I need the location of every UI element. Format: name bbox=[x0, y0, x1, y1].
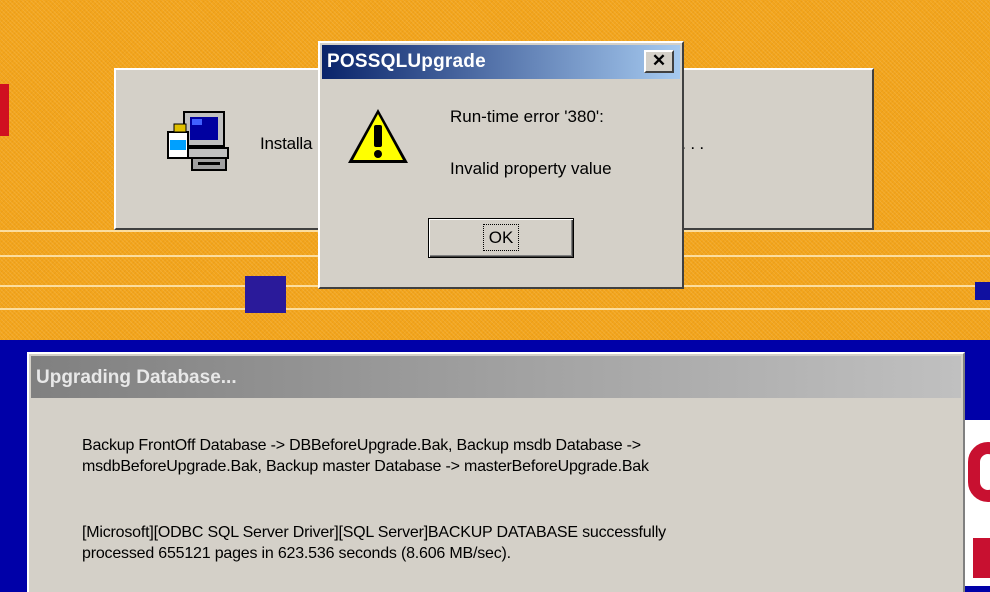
upgrade-window-title: Upgrading Database... bbox=[36, 367, 237, 388]
logo-letter-shape bbox=[968, 442, 990, 502]
log-line: [Microsoft][ODBC SQL Server Driver][SQL … bbox=[82, 524, 666, 541]
log-line: msdbBeforeUpgrade.Bak, Backup master Dat… bbox=[82, 458, 649, 475]
upgrading-database-window: Upgrading Database... Backup FrontOff Da… bbox=[27, 352, 965, 592]
background-red-mark bbox=[0, 84, 9, 136]
background-blue-strip bbox=[975, 282, 990, 300]
close-button[interactable]: ✕ bbox=[644, 50, 674, 73]
background-stripe bbox=[0, 308, 990, 310]
error-code-text: Run-time error '380': bbox=[450, 107, 604, 126]
error-description-text: Invalid property value bbox=[450, 159, 612, 178]
message-box-titlebar[interactable]: POSSQLUpgrade ✕ bbox=[322, 45, 680, 79]
ok-button-label: OK bbox=[482, 224, 520, 251]
ok-button[interactable]: OK bbox=[428, 218, 574, 258]
background-blue-square bbox=[245, 276, 286, 313]
message-box-title: POSSQLUpgrade bbox=[327, 51, 486, 72]
error-message-box: POSSQLUpgrade ✕ Run-time error '380': In… bbox=[318, 41, 684, 289]
logo-bar-shape bbox=[973, 538, 990, 578]
logo-fragment bbox=[965, 420, 990, 586]
log-line: processed 655121 pages in 623.536 second… bbox=[82, 545, 511, 562]
upgrade-window-titlebar[interactable]: Upgrading Database... bbox=[31, 356, 961, 398]
computer-install-icon bbox=[167, 111, 229, 171]
warning-icon bbox=[348, 109, 408, 163]
log-line: Backup FrontOff Database -> DBBeforeUpgr… bbox=[82, 437, 641, 454]
